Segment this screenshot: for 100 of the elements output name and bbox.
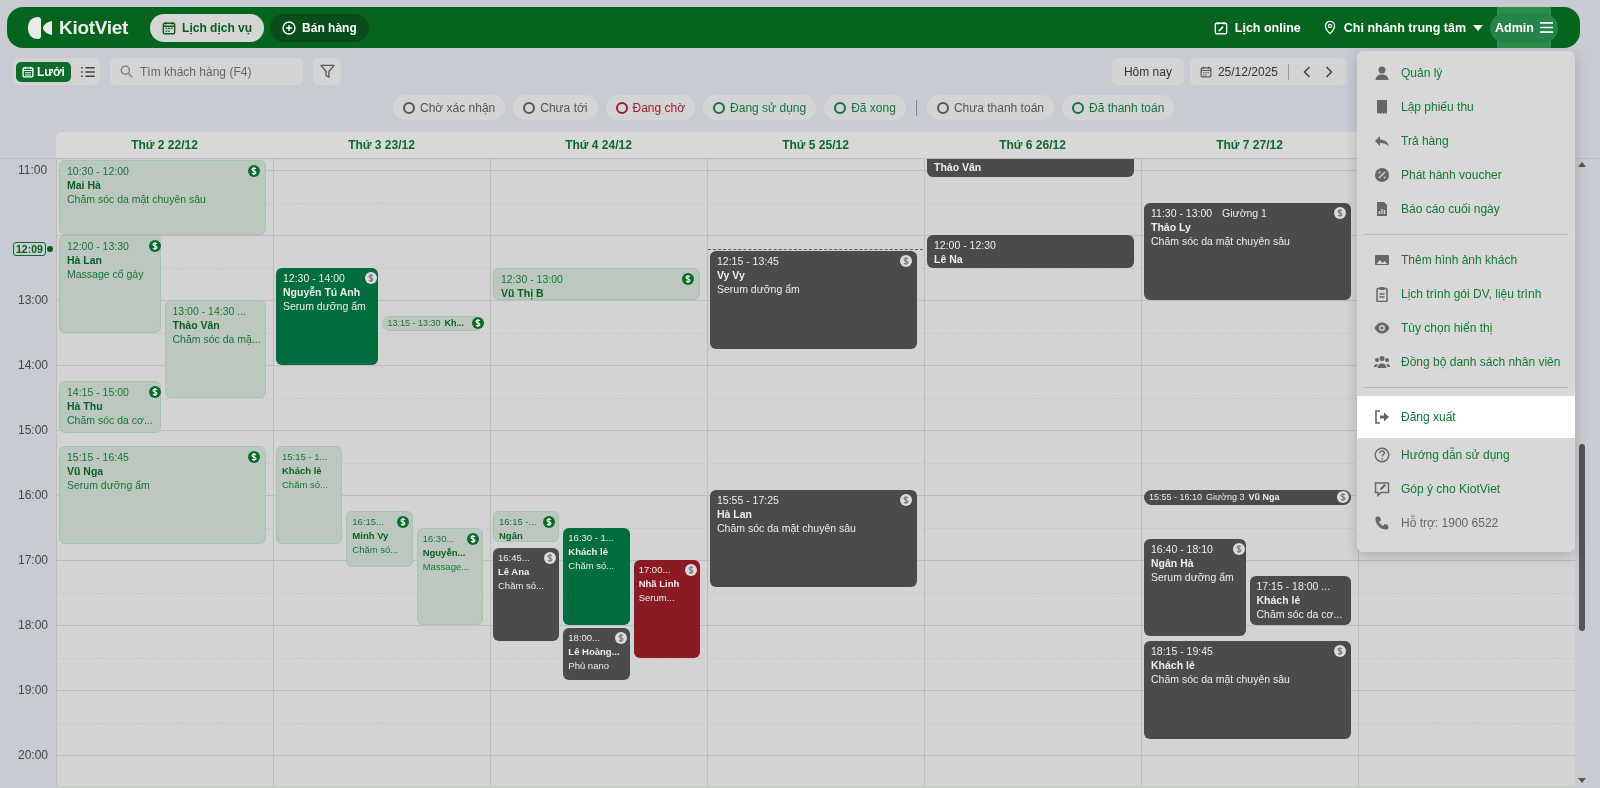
payment-filter-chip[interactable]: Chưa thanh toán — [926, 95, 1054, 120]
customer-name: Hà Lan — [67, 253, 103, 267]
appointment-card[interactable]: 12:00 - 12:30 Lê Na — [927, 235, 1134, 268]
service-name: Serum dưỡng ẩm — [717, 282, 801, 297]
menu-item[interactable]: Phát hành voucher — [1357, 158, 1575, 192]
service-name: Serum... — [638, 591, 676, 605]
scroll-up-icon[interactable] — [1578, 162, 1586, 167]
day-header: Thứ 2 22/12 — [56, 132, 273, 158]
customer-name: Nguyễn... — [422, 545, 467, 560]
eye-icon — [1374, 320, 1390, 336]
clipboard-icon — [1374, 286, 1390, 302]
appointment-time: 15:55 - 16:10 — [1149, 491, 1203, 504]
admin-menu-button[interactable]: Admin — [1490, 12, 1558, 43]
nav-tab[interactable]: Lịch dịch vụ — [150, 13, 265, 42]
appointment-time: 12:00 - 13:30 — [67, 239, 129, 253]
dollar-icon — [148, 240, 161, 252]
current-time-dot — [47, 246, 53, 252]
appointment-card[interactable]: 11:30 - 13:00 Giường 1 Thảo Ly Chăm sóc da mặt chuyên sâu — [1144, 202, 1351, 300]
customer-name: Kh... — [444, 317, 465, 330]
time-label: 16:00 — [18, 487, 49, 503]
today-button[interactable]: Hôm nay — [1111, 58, 1184, 85]
service-name: Chăm só... — [498, 579, 545, 594]
calendar-icon — [1199, 65, 1212, 78]
status-filter-chip[interactable]: Đang chờ — [605, 95, 696, 120]
menu-item[interactable]: Lập phiếu thu — [1357, 90, 1575, 124]
appointment-card[interactable]: 16:45... Lê Ana Chăm só... — [493, 548, 560, 642]
search-field[interactable]: Tìm khách hàng (F4) — [110, 58, 303, 85]
customer-name: Ngân Hà — [1151, 555, 1195, 570]
nav-tab[interactable]: Bán hàng — [270, 13, 369, 42]
appointment-card[interactable]: 17:00... Nhã Linh Serum... — [633, 560, 700, 658]
grid-view-button[interactable]: Lưới — [16, 61, 71, 82]
appointment-card[interactable]: 15:15 - 1... Khách lẻ Chăm só... — [276, 446, 343, 544]
chevron-left-icon[interactable] — [1303, 65, 1311, 78]
appointment-card[interactable]: 17:15 - 18:00 ... Khách lẻ Chăm sóc da cơ... — [1249, 576, 1351, 625]
day-header: Thứ 4 24/12 — [490, 132, 707, 158]
appointment-card[interactable]: 16:40 - 18:10 Ngân Hà Serum dưỡng ẩm — [1144, 538, 1246, 637]
service-name: Phủ nano — [568, 659, 610, 674]
appointment-time: 16:15 -... — [499, 515, 537, 530]
payment-filter-chip[interactable]: Đã thanh toán — [1062, 95, 1175, 120]
online-schedule-link[interactable]: Lịch online — [1213, 20, 1301, 35]
customer-name: Minh Vy — [352, 529, 390, 544]
dollar-icon — [364, 271, 377, 284]
appointment-card[interactable]: 16:30 - 1... Khách lẻ Chăm só... — [563, 527, 630, 625]
appointment-card[interactable]: 13:00 - 14:30 ... Thảo Vân Chăm sóc da mặ... — [164, 300, 266, 398]
status-filter-chip[interactable]: Chưa tới — [513, 95, 598, 120]
scrollbar-thumb[interactable] — [1579, 444, 1585, 631]
date-picker[interactable]: 25/12/2025 — [1189, 58, 1347, 85]
customer-name: Ngân — [499, 529, 524, 544]
appointment-time: 11:30 - 13:00 — [1151, 205, 1213, 220]
logout-icon — [1374, 409, 1390, 425]
menu-item[interactable]: Hỗ trợ: 1900 6522 — [1357, 506, 1575, 540]
appointment-time: 15:15 - 16:45 — [67, 450, 129, 465]
customer-name: Khách lẻ — [568, 544, 609, 559]
appointment-time: 16:30 - 1... — [568, 530, 614, 545]
menu-item[interactable]: Tùy chọn hiển thị — [1357, 311, 1575, 345]
appointment-card[interactable]: 16:15 -... Ngân — [493, 511, 560, 542]
menu-item[interactable]: Trả hàng — [1357, 124, 1575, 158]
menu-item[interactable]: Quản lý — [1357, 56, 1575, 90]
menu-item[interactable]: Lịch trình gói DV, liệu trình — [1357, 277, 1575, 311]
filter-button[interactable] — [313, 58, 341, 85]
menu-item[interactable]: Đăng xuất — [1357, 396, 1575, 438]
service-name: Chăm sóc da mặ... — [172, 332, 260, 346]
status-filter-chip[interactable]: Đã xong — [824, 95, 906, 120]
status-filter-chip[interactable]: Đang sử dụng — [703, 95, 817, 120]
customer-name: Khách lẻ — [1151, 658, 1196, 673]
feedback-icon — [1374, 481, 1390, 497]
menu-item[interactable]: Đồng bộ danh sách nhân viên — [1357, 345, 1575, 379]
appointment-card[interactable]: 18:15 - 19:45 Khách lẻ Chăm sóc da mặt chuyên sâu — [1144, 641, 1351, 739]
customer-name: Hà Thu — [67, 399, 104, 414]
appointment-card[interactable]: 15:15 - 16:45 Vũ Nga Serum dưỡng ẩm — [59, 446, 266, 544]
branch-selector[interactable]: Chi nhánh trung tâm — [1322, 20, 1483, 35]
appointment-time: 18:00... — [568, 631, 601, 646]
menu-item[interactable]: Thêm hình ảnh khách — [1357, 243, 1575, 277]
menu-item[interactable]: Góp ý cho KiotViet — [1357, 472, 1575, 506]
service-name: Chăm sóc da cơ... — [67, 413, 154, 428]
dollar-icon — [248, 165, 260, 178]
scroll-down-icon[interactable] — [1578, 778, 1586, 783]
time-label: 17:00 — [18, 552, 49, 568]
appointment-card[interactable]: 14:15 - 15:00 Hà Thu Chăm sóc da cơ... — [59, 381, 161, 434]
dollar-icon — [1337, 491, 1349, 504]
menu-item[interactable]: Hướng dẫn sử dụng — [1357, 438, 1575, 472]
status-filter-chip[interactable]: Chờ xác nhận — [393, 95, 506, 120]
appointment-card[interactable]: 10:30 - 12:00 Mai Hà Chăm sóc da mặt chuyên sâu — [59, 160, 266, 235]
appointment-card[interactable]: 16:30... Nguyễn... Massage... — [416, 527, 483, 625]
appointment-card[interactable]: 12:15 - 13:45 Vy Vy Serum dưỡng ẩm — [710, 251, 917, 349]
menu-item[interactable]: Báo cáo cuối ngày — [1357, 192, 1575, 226]
customer-name: Lê Ana — [498, 565, 531, 580]
appointment-card[interactable]: 12:30 - 13:00 Vũ Thị B — [493, 267, 700, 300]
appointment-card[interactable]: 12:30 - 14:00 Nguyễn Tú Anh Serum dưỡng ẩm — [276, 267, 378, 365]
date-text: 25/12/2025 — [1217, 64, 1278, 79]
appointment-card[interactable]: 13:15 - 13:30 Kh... — [381, 316, 483, 331]
appointment-card[interactable]: 15:55 - 17:25 Hà Lan Chăm sóc da mặt chuyên sâu — [710, 489, 917, 588]
customer-name: Thảo Vân — [172, 318, 221, 332]
appointment-card[interactable]: 16:15... Minh Vy Chăm só... — [346, 511, 413, 567]
appointment-card[interactable]: 12:00 - 13:30 Hà Lan Massage cổ gáy — [59, 235, 161, 333]
appointment-card[interactable]: 18:00... Lê Hoàng... Phủ nano — [563, 628, 630, 681]
logo-icon — [27, 15, 53, 40]
appointment-card[interactable]: Thảo Vân — [927, 159, 1134, 177]
chevron-right-icon[interactable] — [1325, 65, 1333, 78]
phone-icon — [1374, 515, 1390, 531]
